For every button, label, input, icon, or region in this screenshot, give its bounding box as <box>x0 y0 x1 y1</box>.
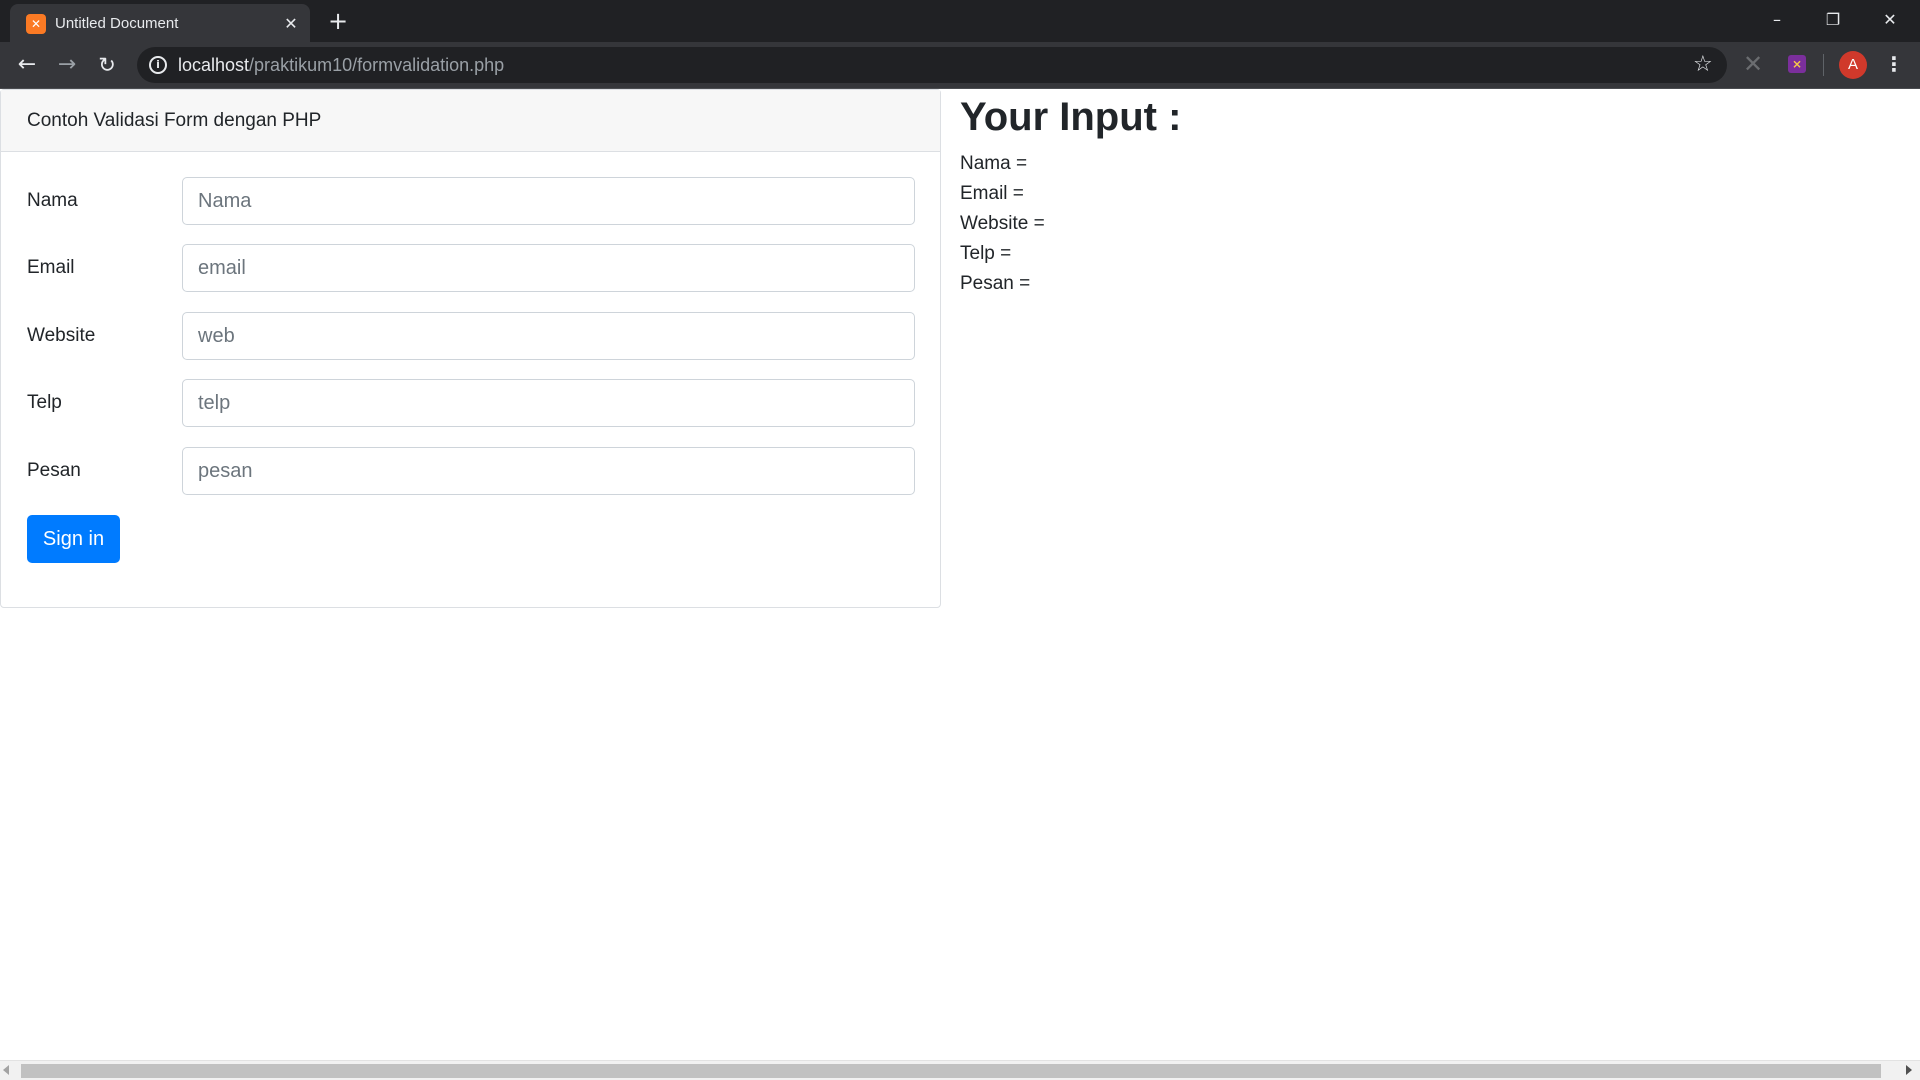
extension-x-icon[interactable]: ✕ <box>1743 50 1763 78</box>
profile-avatar[interactable]: A <box>1839 51 1867 79</box>
form-row-telp: Telp <box>1 379 940 427</box>
telp-label: Telp <box>27 392 62 413</box>
result-panel: Your Input : Nama = Email = Website = Te… <box>960 89 1860 299</box>
form-row-website: Website <box>1 312 940 360</box>
browser-toolbar: ← → ↻ i localhost/praktikum10/formvalida… <box>0 42 1920 89</box>
result-website: Website = <box>960 213 1045 234</box>
extension-icon[interactable]: ⨯ <box>1788 55 1806 73</box>
result-list: Nama = Email = Website = Telp = Pesan = <box>960 149 1860 299</box>
pesan-label: Pesan <box>27 460 81 481</box>
url-text[interactable]: localhost/praktikum10/formvalidation.php <box>178 55 504 75</box>
address-bar[interactable]: i localhost/praktikum10/formvalidation.p… <box>137 47 1727 83</box>
xampp-icon: ✕ <box>26 14 46 34</box>
reload-icon[interactable]: ↻ <box>92 50 122 80</box>
minimize-button[interactable]: – <box>1749 2 1805 38</box>
result-title: Your Input : <box>960 95 1182 139</box>
new-tab-button[interactable]: + <box>326 9 350 33</box>
result-nama: Nama = <box>960 153 1028 174</box>
info-icon[interactable]: i <box>149 56 167 74</box>
nama-input[interactable] <box>182 177 915 225</box>
toolbar-divider <box>1823 54 1824 76</box>
sign-in-button[interactable]: Sign in <box>27 515 120 563</box>
email-input[interactable] <box>182 244 915 292</box>
bookmark-star-icon[interactable]: ☆ <box>1693 52 1713 78</box>
email-label: Email <box>27 257 75 278</box>
card-title: Contoh Validasi Form dengan PHP <box>27 110 322 131</box>
tab-title: Untitled Document <box>55 15 179 32</box>
result-email: Email = <box>960 183 1024 204</box>
card-header: Contoh Validasi Form dengan PHP <box>1 90 940 152</box>
url-host: localhost <box>178 55 250 75</box>
browser-tab[interactable]: ✕ Untitled Document ✕ <box>10 4 310 42</box>
window-close-button[interactable]: ✕ <box>1862 2 1918 38</box>
pesan-input[interactable] <box>182 447 915 495</box>
maximize-button[interactable]: ❐ <box>1805 2 1861 38</box>
forward-icon[interactable]: → <box>52 50 82 80</box>
telp-input[interactable] <box>182 379 915 427</box>
scroll-right-arrow-icon[interactable] <box>1906 1065 1912 1075</box>
browser-menu-icon[interactable]: ⋮ <box>1884 50 1904 78</box>
scroll-left-arrow-icon[interactable] <box>3 1065 9 1075</box>
result-pesan: Pesan = <box>960 273 1031 294</box>
tab-close-icon[interactable]: ✕ <box>280 13 302 35</box>
form-row-pesan: Pesan <box>1 447 940 495</box>
website-label: Website <box>27 325 96 346</box>
scrollbar-thumb[interactable] <box>21 1064 1881 1078</box>
website-input[interactable] <box>182 312 915 360</box>
form-card: Contoh Validasi Form dengan PHP Nama Ema… <box>0 89 941 608</box>
form-row-email: Email <box>1 244 940 292</box>
form-row-nama: Nama <box>1 177 940 225</box>
horizontal-scrollbar[interactable] <box>0 1060 1920 1080</box>
back-icon[interactable]: ← <box>12 50 42 80</box>
browser-tabstrip: ✕ Untitled Document ✕ + – ❐ ✕ <box>0 0 1920 42</box>
url-path: /praktikum10/formvalidation.php <box>249 55 505 75</box>
result-telp: Telp = <box>960 243 1012 264</box>
nama-label: Nama <box>27 190 78 211</box>
